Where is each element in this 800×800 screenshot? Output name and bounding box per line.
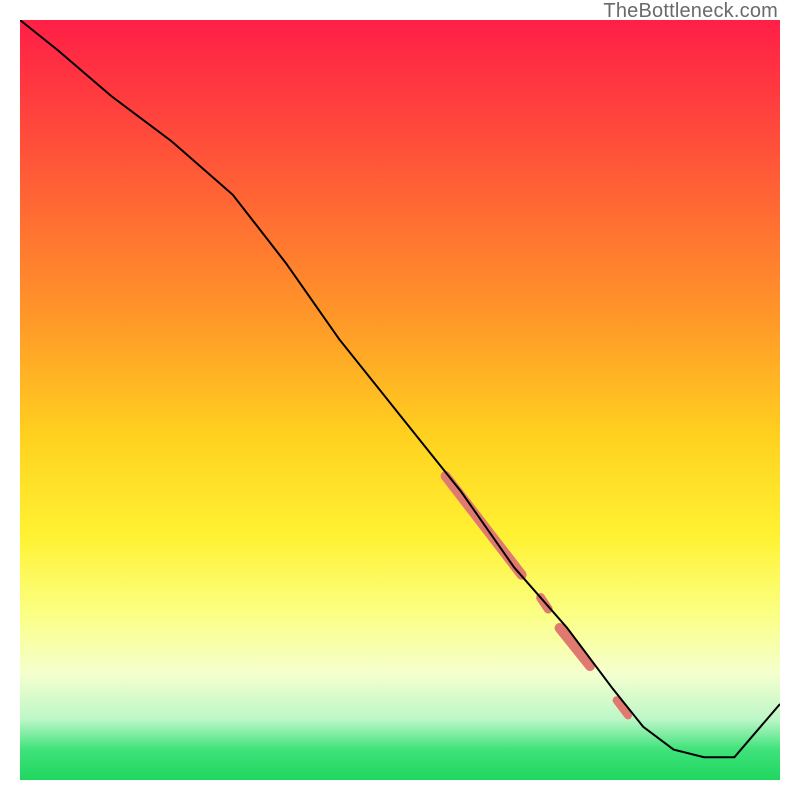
plot-area: [20, 20, 780, 780]
highlight-layer: [446, 476, 628, 715]
highlight-dot-2: [617, 700, 628, 715]
main-curve: [20, 20, 780, 757]
chart-frame: TheBottleneck.com: [0, 0, 800, 800]
chart-overlay: [20, 20, 780, 780]
highlight-band-2: [560, 628, 590, 666]
